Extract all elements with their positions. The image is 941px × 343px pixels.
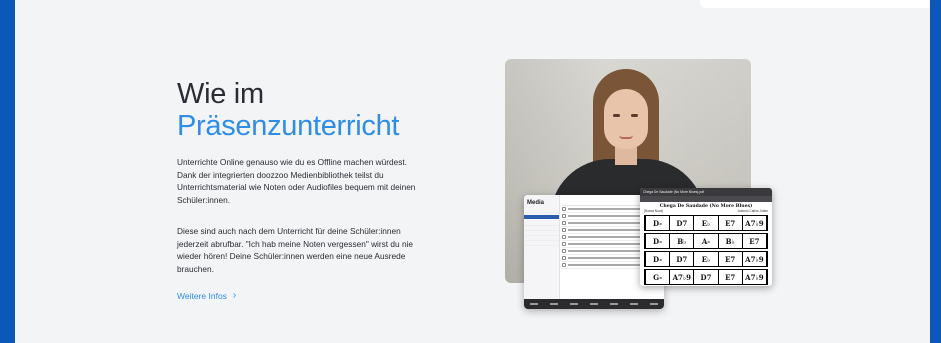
chord-measure: D7 xyxy=(694,270,719,284)
mouth xyxy=(619,135,633,139)
chord-measure: G- xyxy=(646,270,671,284)
chord-system-row: D- D7 E♭ E7 A7♭9 xyxy=(644,251,768,267)
chord-measure: D- xyxy=(646,216,671,230)
sidebar-item xyxy=(524,241,559,246)
sheet-music-tablet: Chega De Saudade (No More Blues).pdf Che… xyxy=(640,188,772,286)
heading-line-1: Wie im xyxy=(177,78,264,110)
chord-measure: B♭ xyxy=(670,234,695,248)
chord-measure: D7 xyxy=(670,252,695,266)
chord-system-row: D- D7 E♭ E7 A7♭9 xyxy=(644,215,768,231)
song-title: Chega De Saudade (No More Blues) xyxy=(659,204,753,209)
content-section xyxy=(15,0,930,343)
eye-left xyxy=(613,114,620,117)
chord-measure: A- xyxy=(694,234,719,248)
song-style: (Bossa Nova) xyxy=(644,209,664,213)
chord-measure: D- xyxy=(646,234,671,248)
chord-systems: D- D7 E♭ E7 A7♭9 D- B♭ A- B♭ E7 D- D7 E♭ E7 A7♭9 G- A7♭9… xyxy=(640,215,772,285)
chevron-right-icon: › xyxy=(232,290,237,301)
intro-paragraph: Unterrichte Online genauso wie du es Off… xyxy=(177,157,416,205)
chord-measure: E7 xyxy=(719,216,743,230)
chord-measure: E♭ xyxy=(694,252,719,266)
chord-measure: A7♭9 xyxy=(743,270,768,284)
song-meta: (Bossa Nova) Antonio Carlos Jobim xyxy=(640,209,772,213)
eye-right xyxy=(631,114,638,117)
top-edge xyxy=(700,0,930,8)
chord-system-row: D- B♭ A- B♭ E7 xyxy=(644,233,768,249)
section-heading: Wie im Präsenzunterricht xyxy=(177,78,399,142)
chord-measure: A7♭9 xyxy=(743,252,768,266)
more-info-link[interactable]: Weitere Infos › xyxy=(177,290,236,301)
sidebar-item-selected xyxy=(524,215,559,219)
media-bottom-toolbar xyxy=(524,299,664,309)
heading-line-2-accent: Präsenzunterricht xyxy=(177,110,400,142)
chord-measure: D- xyxy=(646,252,671,266)
chord-measure: E♭ xyxy=(694,216,719,230)
more-info-label: Weitere Infos xyxy=(177,290,227,301)
face-shape xyxy=(604,89,648,149)
media-sidebar: Media xyxy=(524,195,560,299)
chord-measure: E7 xyxy=(719,252,743,266)
chord-system-row: G- A7♭9 D7 E7 A7♭9 xyxy=(644,269,768,285)
media-title: Media xyxy=(527,200,545,206)
sheet-title-bar: Chega De Saudade (No More Blues).pdf xyxy=(640,188,772,196)
neck-shape xyxy=(615,147,637,165)
chord-measure: E7 xyxy=(743,234,768,248)
chord-measure: A7♭9 xyxy=(743,216,768,230)
secondary-paragraph: Diese sind auch nach dem Unterricht für … xyxy=(177,226,414,274)
chord-measure: B♭ xyxy=(719,234,743,248)
chord-measure: E7 xyxy=(719,270,743,284)
song-composer: Antonio Carlos Jobim xyxy=(737,209,768,213)
sidebar-item xyxy=(524,208,559,213)
chord-measure: A7♭9 xyxy=(670,270,695,284)
chord-measure: D7 xyxy=(670,216,695,230)
